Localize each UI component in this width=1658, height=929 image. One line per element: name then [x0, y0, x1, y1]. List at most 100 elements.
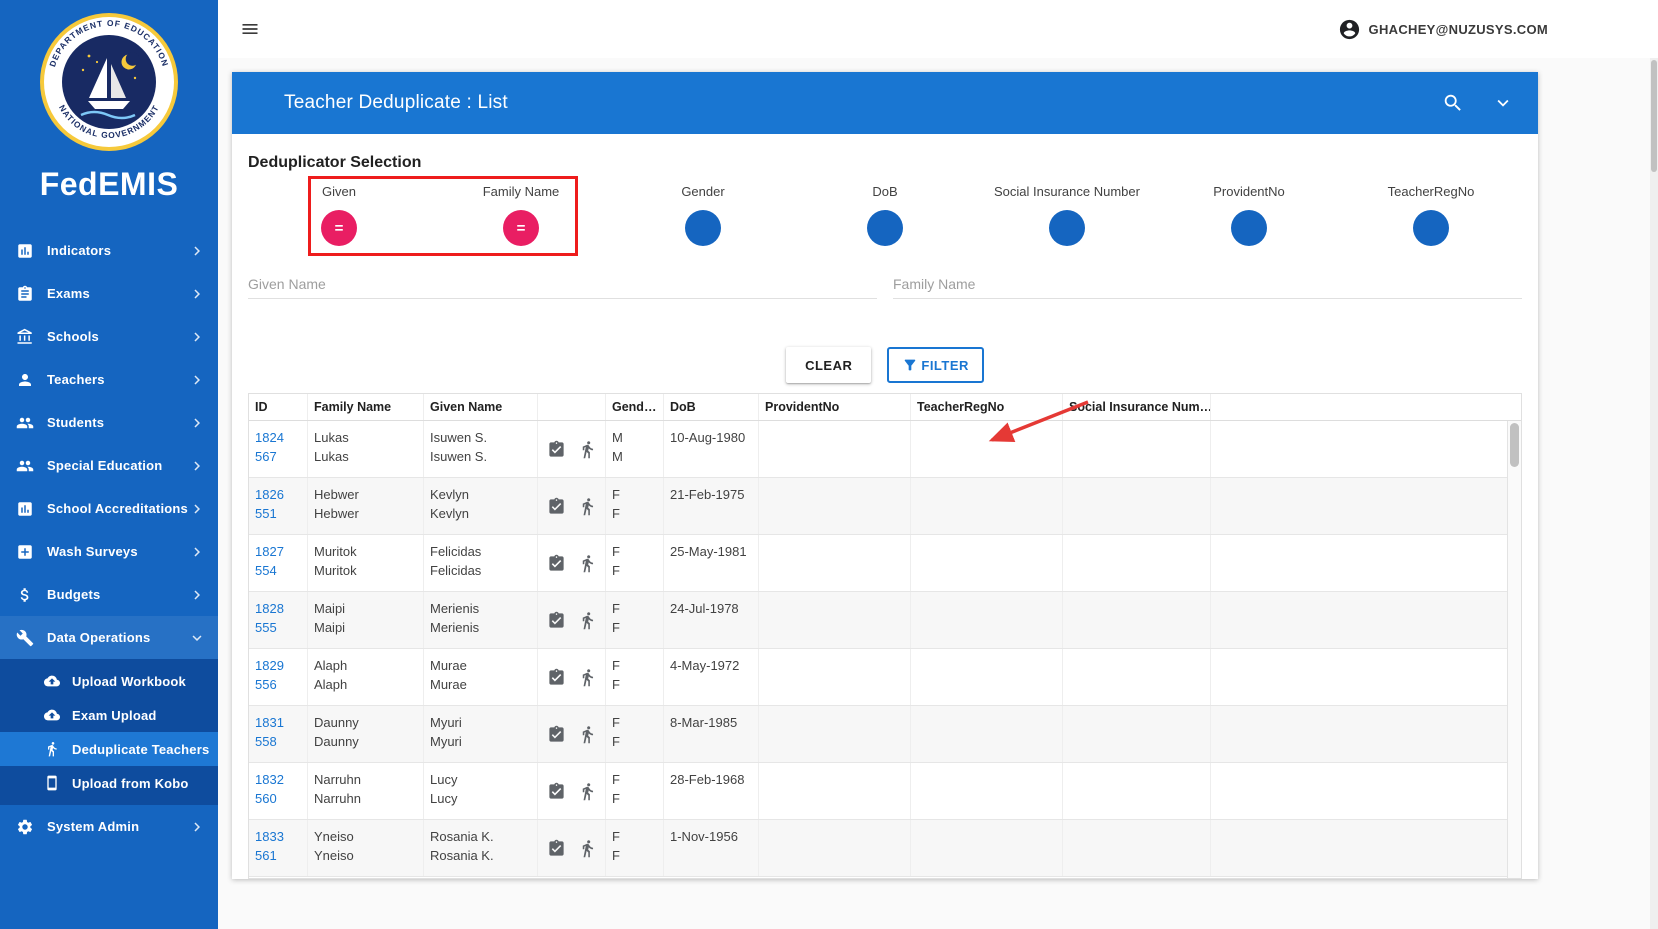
sidebar-item-indicators[interactable]: Indicators	[0, 229, 218, 272]
criterion-toggle-given[interactable]: =	[321, 210, 357, 246]
teacher-id-link[interactable]: 558	[255, 732, 301, 751]
cell-line: 25-May-1981	[670, 542, 752, 561]
teacher-id-link[interactable]: 1831	[255, 713, 301, 732]
sidebar-item-special-education[interactable]: Special Education	[0, 444, 218, 487]
cloud-upload-icon	[44, 707, 60, 723]
confirm-duplicate-button[interactable]	[547, 839, 566, 858]
criterion-toggle-social-insurance[interactable]	[1049, 210, 1085, 246]
sidebar-item-upload-workbook[interactable]: Upload Workbook	[0, 664, 218, 698]
sidebar-item-upload-from-kobo[interactable]: Upload from Kobo	[0, 766, 218, 800]
criterion-toggle-gender[interactable]	[685, 210, 721, 246]
given-name-cell: Murae Murae	[424, 649, 538, 705]
confirm-duplicate-button[interactable]	[547, 611, 566, 630]
teacher-id-link[interactable]: 554	[255, 561, 301, 580]
teacher-id-link[interactable]: 1833	[255, 827, 301, 846]
teacher-id-link[interactable]: 555	[255, 618, 301, 637]
search-button[interactable]	[1442, 92, 1464, 114]
main-area: GHACHEY@NUZUSYS.COM Teacher Deduplicate …	[218, 0, 1658, 929]
cell-line: F	[612, 675, 657, 694]
providentno-cell	[759, 706, 911, 762]
sidebar-item-wash-surveys[interactable]: Wash Surveys	[0, 530, 218, 573]
sidebar-item-schools[interactable]: Schools	[0, 315, 218, 358]
criterion-providentno: ProvidentNo	[1158, 184, 1340, 246]
criterion-toggle-dob[interactable]	[867, 210, 903, 246]
dob-cell: 25-May-1981	[664, 535, 759, 591]
criterion-toggle-providentno[interactable]	[1231, 210, 1267, 246]
col-actions	[538, 394, 606, 420]
sidebar-item-data-operations[interactable]: Data Operations	[0, 616, 218, 659]
deduplicate-teacher-button[interactable]	[578, 554, 597, 573]
funnel-icon	[902, 357, 918, 373]
col-teacherregno: TeacherRegNo	[911, 394, 1063, 420]
deduplicate-teacher-button[interactable]	[578, 725, 597, 744]
sidebar-item-deduplicate-teachers[interactable]: Deduplicate Teachers	[0, 732, 218, 766]
sidebar-item-school-accreditations[interactable]: School Accreditations	[0, 487, 218, 530]
actions-cell	[538, 820, 606, 876]
cell-line: Narruhn	[314, 789, 417, 808]
given-name-input[interactable]	[248, 270, 877, 299]
clipboard-check-icon	[547, 497, 566, 516]
teacher-id-link[interactable]: 561	[255, 846, 301, 865]
gender-cell: F F	[606, 820, 664, 876]
teacher-id-link[interactable]: 1829	[255, 656, 301, 675]
gender-cell: F F	[606, 535, 664, 591]
sidebar-item-exam-upload[interactable]: Exam Upload	[0, 698, 218, 732]
confirm-duplicate-button[interactable]	[547, 668, 566, 687]
sidebar-item-students[interactable]: Students	[0, 401, 218, 444]
deduplicate-teacher-button[interactable]	[578, 839, 597, 858]
teacherregno-cell	[911, 592, 1063, 648]
criterion-toggle-teacherregno[interactable]	[1413, 210, 1449, 246]
sidebar-item-teachers[interactable]: Teachers	[0, 358, 218, 401]
chevron-right-icon	[188, 543, 206, 561]
table-scrollbar[interactable]	[1507, 421, 1521, 878]
sidebar-item-label: Schools	[47, 329, 188, 344]
data-operations-submenu: Upload Workbook Exam Upload Deduplicate …	[0, 659, 218, 805]
actions-cell	[538, 706, 606, 762]
family-name-input[interactable]	[893, 270, 1522, 299]
teacher-id-link[interactable]: 1824	[255, 428, 301, 447]
sidebar-item-label: Exam Upload	[72, 708, 218, 723]
sidebar-item-budgets[interactable]: Budgets	[0, 573, 218, 616]
dob-cell: 28-Feb-1968	[664, 763, 759, 819]
teacher-id-link[interactable]: 1827	[255, 542, 301, 561]
given-name-cell: Lucy Lucy	[424, 763, 538, 819]
criterion-toggle-family-name[interactable]: =	[503, 210, 539, 246]
cell-line: Felicidas	[430, 561, 531, 580]
hamburger-menu-button[interactable]	[236, 15, 264, 43]
teacher-id-link[interactable]: 560	[255, 789, 301, 808]
sidebar-item-label: Special Education	[47, 458, 188, 473]
criterion-family-name: Family Name =	[430, 184, 612, 246]
teacher-id-link[interactable]: 1826	[255, 485, 301, 504]
dob-cell: 1-Nov-1956	[664, 820, 759, 876]
confirm-duplicate-button[interactable]	[547, 782, 566, 801]
deduplicate-teacher-button[interactable]	[578, 611, 597, 630]
deduplicate-teacher-button[interactable]	[578, 782, 597, 801]
sidebar-item-system-admin[interactable]: System Admin	[0, 805, 218, 848]
teacher-id-link[interactable]: 551	[255, 504, 301, 523]
deduplicate-teacher-button[interactable]	[578, 497, 597, 516]
confirm-duplicate-button[interactable]	[547, 554, 566, 573]
confirm-duplicate-button[interactable]	[547, 497, 566, 516]
confirm-duplicate-button[interactable]	[547, 725, 566, 744]
page-scrollbar[interactable]	[1650, 58, 1658, 929]
col-social-insurance: Social Insurance Num…	[1063, 394, 1211, 420]
confirm-duplicate-button[interactable]	[547, 440, 566, 459]
clear-button[interactable]: CLEAR	[786, 347, 871, 383]
sidebar-item-exams[interactable]: Exams	[0, 272, 218, 315]
page-scrollbar-thumb[interactable]	[1651, 60, 1657, 172]
collapse-panel-button[interactable]	[1492, 92, 1514, 114]
cell-line: Yneiso	[314, 827, 417, 846]
teacher-id-link[interactable]: 567	[255, 447, 301, 466]
filter-button[interactable]: FILTER	[887, 347, 984, 383]
table-scrollbar-thumb[interactable]	[1510, 423, 1519, 467]
teacher-id-link[interactable]: 1828	[255, 599, 301, 618]
user-account-button[interactable]: GHACHEY@NUZUSYS.COM	[1338, 18, 1548, 41]
deduplicate-teacher-button[interactable]	[578, 668, 597, 687]
cell-line: Lucy	[430, 789, 531, 808]
deduplicate-teacher-button[interactable]	[578, 440, 597, 459]
gear-icon	[16, 818, 34, 836]
teacher-id-link[interactable]: 556	[255, 675, 301, 694]
sidebar-item-label: System Admin	[47, 819, 188, 834]
cell-line: F	[612, 599, 657, 618]
teacher-id-link[interactable]: 1832	[255, 770, 301, 789]
